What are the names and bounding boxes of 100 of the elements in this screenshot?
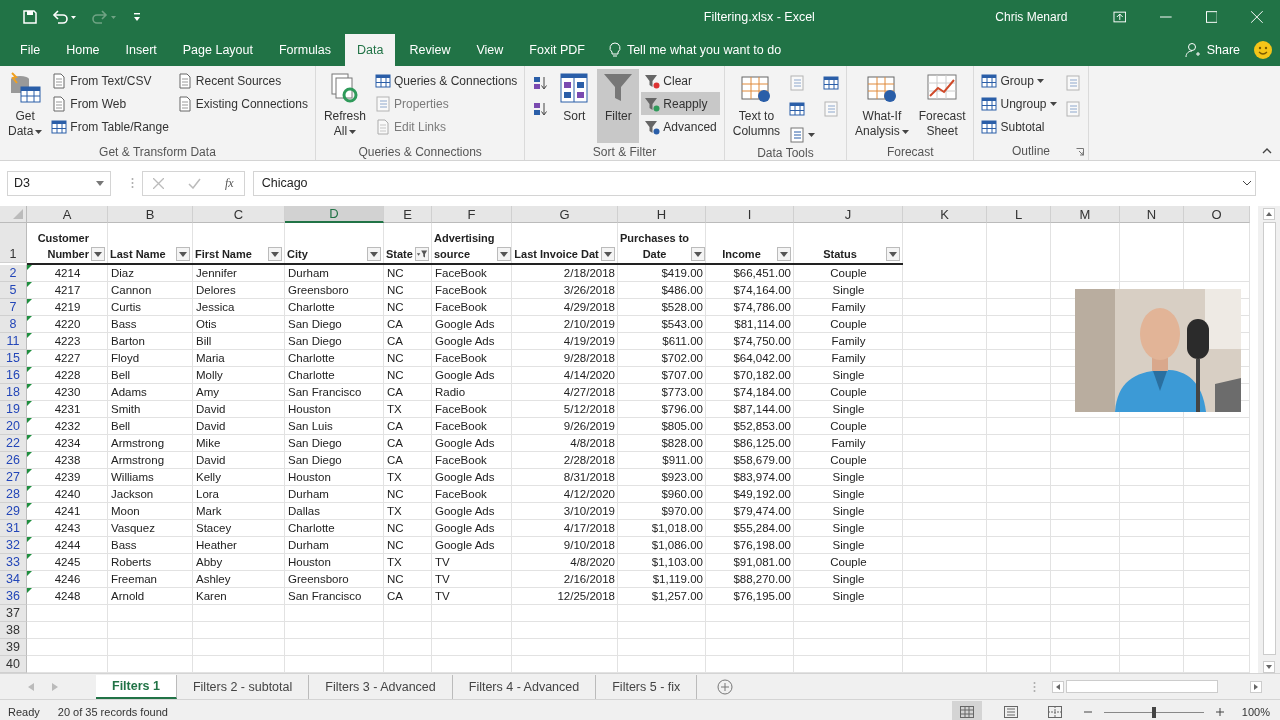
error-indicator[interactable]: [27, 367, 32, 372]
menu-tab[interactable]: Foxit PDF: [517, 34, 597, 66]
ribbon-button[interactable]: Ungroup: [978, 92, 1060, 115]
row-header[interactable]: 36: [0, 588, 27, 605]
row-header[interactable]: 1: [0, 223, 27, 263]
dropdown-button[interactable]: [886, 247, 900, 261]
error-indicator[interactable]: [27, 384, 32, 389]
row-header[interactable]: 28: [0, 486, 27, 503]
column-header[interactable]: F: [432, 206, 512, 223]
dropdown-button[interactable]: [367, 247, 381, 261]
formula-field[interactable]: Chicago: [252, 170, 1256, 196]
insert-function-button[interactable]: fx: [225, 175, 234, 191]
scroll-down-icon[interactable]: [1263, 661, 1275, 673]
error-indicator[interactable]: [27, 571, 32, 576]
error-indicator[interactable]: [27, 554, 32, 559]
ribbon-button[interactable]: Refresh All: [319, 69, 370, 143]
ribbon-button[interactable]: Queries & Connections: [371, 69, 521, 92]
ribbon-button[interactable]: Filter: [597, 69, 640, 143]
ribbon-button[interactable]: Forecast Sheet: [914, 69, 970, 143]
dropdown-button[interactable]: [91, 247, 105, 261]
scrollbar-thumb[interactable]: [1066, 680, 1218, 693]
row-header[interactable]: 2: [0, 265, 27, 282]
ribbon-button[interactable]: Sort: [553, 69, 596, 143]
sheet-tab[interactable]: Filters 2 - subtotal: [176, 674, 310, 699]
share-button[interactable]: Share: [1184, 34, 1240, 66]
ribbon-button[interactable]: From Table/Range: [48, 115, 172, 138]
add-sheet-icon[interactable]: [717, 678, 734, 695]
row-header[interactable]: 33: [0, 554, 27, 571]
column-header[interactable]: D: [285, 206, 384, 223]
error-indicator[interactable]: [27, 265, 32, 270]
error-indicator[interactable]: [27, 469, 32, 474]
check-icon[interactable]: [188, 177, 201, 189]
error-indicator[interactable]: [27, 418, 32, 423]
filter-button[interactable]: [415, 247, 429, 261]
zoom-out-icon[interactable]: [1083, 708, 1092, 716]
zoom-in-icon[interactable]: [1215, 708, 1224, 716]
ribbon-button[interactable]: Text to Columns: [728, 69, 785, 143]
row-header[interactable]: 11: [0, 333, 27, 350]
column-header[interactable]: A: [27, 206, 108, 223]
collapse-ribbon-icon[interactable]: [1262, 148, 1272, 154]
menu-tab[interactable]: Insert: [113, 34, 169, 66]
normal-view-button[interactable]: [951, 701, 982, 720]
sheet-tab[interactable]: Filters 3 - Advanced: [309, 674, 453, 699]
smiley-icon[interactable]: [1254, 41, 1272, 59]
row-header[interactable]: 32: [0, 537, 27, 554]
row-header[interactable]: 16: [0, 367, 27, 384]
error-indicator[interactable]: [27, 316, 32, 321]
ribbon-button[interactable]: Group: [978, 69, 1060, 92]
column-header[interactable]: L: [987, 206, 1051, 223]
dropdown-button[interactable]: [777, 247, 791, 261]
column-header[interactable]: M: [1051, 206, 1120, 223]
row-header[interactable]: 29: [0, 503, 27, 520]
zoom-level[interactable]: 100%: [1241, 706, 1270, 718]
row-header[interactable]: 22: [0, 435, 27, 452]
error-indicator[interactable]: [27, 588, 32, 593]
ribbon-button[interactable]: Advanced: [641, 115, 720, 138]
menu-tab[interactable]: Review: [397, 34, 463, 66]
row-header[interactable]: 34: [0, 571, 27, 588]
menu-tab[interactable]: Formulas: [266, 34, 344, 66]
ribbon-button[interactable]: Subtotal: [978, 115, 1060, 138]
row-header[interactable]: 39: [0, 639, 27, 656]
ribbon-button[interactable]: Clear: [641, 69, 720, 92]
row-header[interactable]: 40: [0, 656, 27, 673]
expand-icon[interactable]: [1242, 180, 1252, 186]
ribbon-button[interactable]: From Web: [48, 92, 172, 115]
error-indicator[interactable]: [27, 537, 32, 542]
ribbon-button[interactable]: What-If Analysis: [851, 69, 913, 143]
error-indicator[interactable]: [27, 350, 32, 355]
column-header[interactable]: O: [1184, 206, 1250, 223]
dialog-launcher-icon[interactable]: [1075, 148, 1084, 156]
customize-icon[interactable]: [132, 11, 142, 23]
tell-me-field[interactable]: Tell me what you want to do: [626, 43, 782, 57]
dropdown-button[interactable]: [601, 247, 615, 261]
column-header[interactable]: G: [512, 206, 618, 223]
menu-tab[interactable]: File: [8, 34, 53, 66]
menu-tab[interactable]: Page Layout: [170, 34, 265, 66]
ribbon-button[interactable]: From Text/CSV: [48, 69, 172, 92]
menu-tab[interactable]: Data: [345, 34, 396, 66]
scroll-up-icon[interactable]: [1263, 208, 1275, 220]
column-header[interactable]: K: [903, 206, 987, 223]
undo-icon[interactable]: [52, 9, 78, 25]
sheet-tab[interactable]: Filters 5 - fix: [596, 674, 698, 699]
row-header[interactable]: 31: [0, 520, 27, 537]
row-header[interactable]: 15: [0, 350, 27, 367]
error-indicator[interactable]: [27, 486, 32, 491]
error-indicator[interactable]: [27, 282, 32, 287]
row-header[interactable]: 8: [0, 316, 27, 333]
menu-tab[interactable]: View: [464, 34, 516, 66]
column-header[interactable]: I: [706, 206, 794, 223]
dropdown-button[interactable]: [496, 247, 511, 261]
column-header[interactable]: H: [618, 206, 706, 223]
error-indicator[interactable]: [27, 435, 32, 440]
dropdown-button[interactable]: [176, 247, 190, 261]
error-indicator[interactable]: [27, 520, 32, 525]
maximize-icon[interactable]: [1205, 11, 1218, 23]
row-header[interactable]: 38: [0, 622, 27, 639]
error-indicator[interactable]: [27, 333, 32, 338]
row-header[interactable]: 37: [0, 605, 27, 622]
error-indicator[interactable]: [27, 401, 32, 406]
row-header[interactable]: 26: [0, 452, 27, 469]
